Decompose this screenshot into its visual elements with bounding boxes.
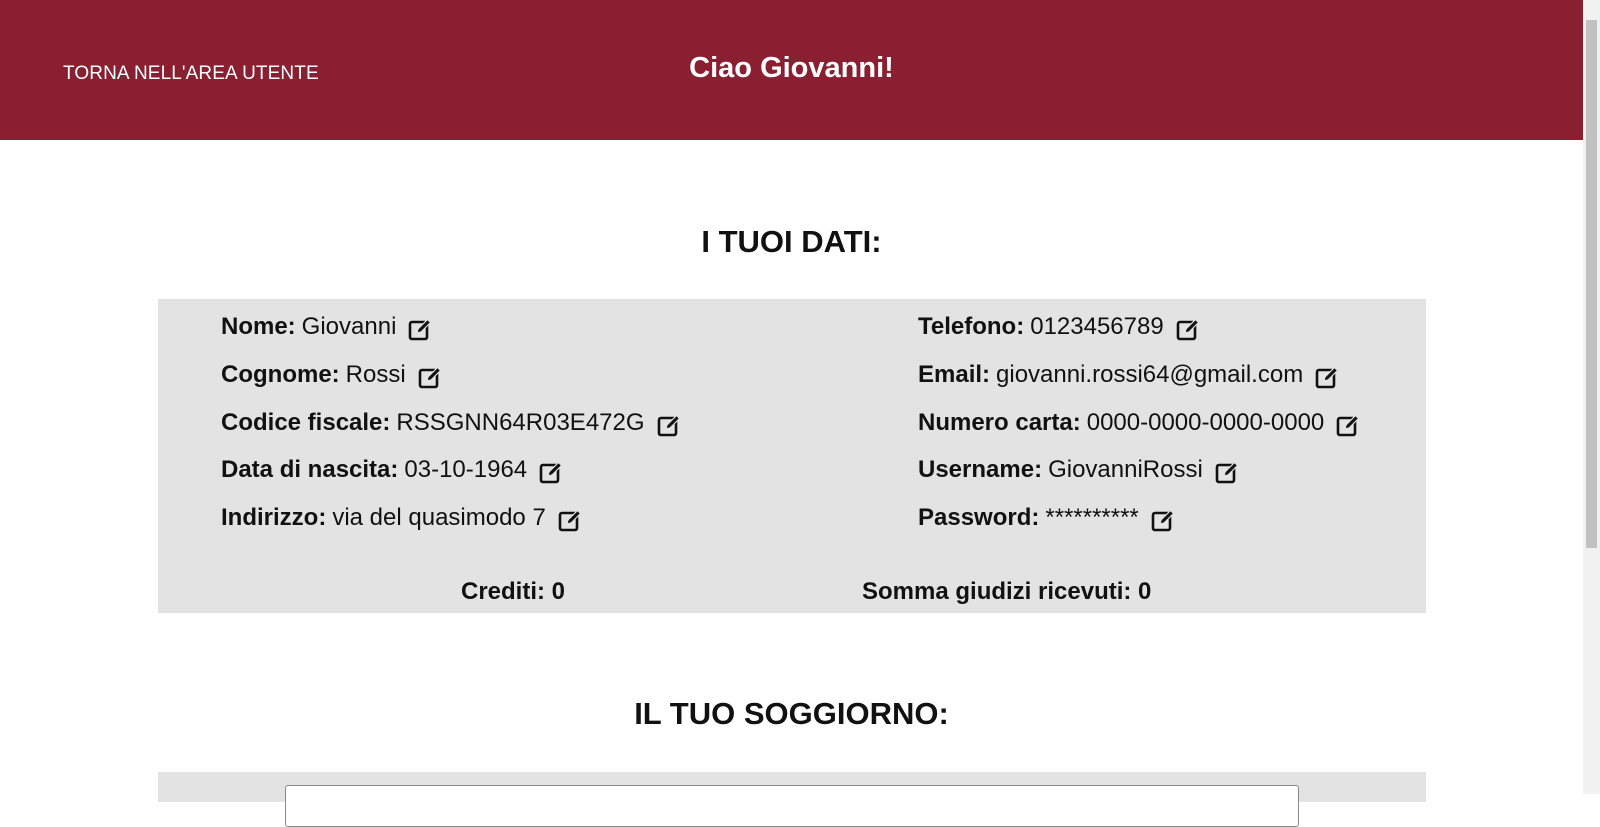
field-value: via del quasimodo 7 (332, 504, 546, 531)
giudizi-stat: Somma giudizi ricevuti: 0 (862, 578, 1152, 605)
field-email: Email: giovanni.rossi64@gmail.com (918, 360, 1339, 390)
field-label: Password: (918, 504, 1040, 531)
field-indirizzo: Indirizzo: via del quasimodo 7 (221, 503, 582, 533)
field-label: Telefono: (918, 313, 1025, 340)
field-value: Giovanni (301, 313, 397, 340)
field-password: Password: ********** (918, 503, 1175, 533)
field-value: 03-10-1964 (404, 456, 528, 483)
edit-icon[interactable] (418, 366, 442, 390)
field-label: Indirizzo: (221, 504, 327, 531)
edit-icon[interactable] (1151, 509, 1175, 533)
field-data-nascita: Data di nascita: 03-10-1964 (221, 455, 563, 485)
field-value: 0000-0000-0000-0000 (1086, 409, 1325, 436)
field-telefono: Telefono: 0123456789 (918, 312, 1200, 342)
field-label: Data di nascita: (221, 456, 399, 483)
edit-icon[interactable] (1315, 366, 1339, 390)
field-nome: Nome: Giovanni (221, 312, 432, 342)
scrollbar-thumb[interactable] (1586, 20, 1597, 548)
field-numero-carta: Numero carta: 0000-0000-0000-0000 (918, 408, 1360, 438)
edit-icon[interactable] (1176, 318, 1200, 342)
field-value: Rossi (345, 361, 406, 388)
greeting-title: Ciao Giovanni! (689, 52, 894, 84)
field-username: Username: GiovanniRossi (918, 455, 1239, 485)
edit-icon[interactable] (657, 414, 681, 438)
stay-content-box (285, 785, 1299, 827)
field-value: giovanni.rossi64@gmail.com (996, 361, 1304, 388)
field-codice-fiscale: Codice fiscale: RSSGNN64R03E472G (221, 408, 681, 438)
user-data-panel: Nome: Giovanni Cognome: Rossi Codice fis… (158, 299, 1426, 613)
stay-panel (158, 772, 1426, 827)
edit-icon[interactable] (558, 509, 582, 533)
field-value: ********** (1045, 504, 1139, 531)
field-label: Nome: (221, 313, 296, 340)
section-title-soggiorno: IL TUO SOGGIORNO: (634, 696, 949, 731)
field-value: RSSGNN64R03E472G (396, 409, 645, 436)
edit-icon[interactable] (539, 461, 563, 485)
section-title-dati: I TUOI DATI: (701, 224, 882, 259)
edit-icon[interactable] (408, 318, 432, 342)
field-label: Email: (918, 361, 991, 388)
field-cognome: Cognome: Rossi (221, 360, 442, 390)
crediti-stat: Crediti: 0 (461, 578, 566, 605)
field-value: 0123456789 (1030, 313, 1164, 340)
edit-icon[interactable] (1336, 414, 1360, 438)
field-value: GiovanniRossi (1048, 456, 1203, 483)
vertical-scrollbar[interactable] (1583, 0, 1600, 794)
field-label: Username: (918, 456, 1043, 483)
edit-icon[interactable] (1215, 461, 1239, 485)
field-label: Cognome: (221, 361, 340, 388)
top-header-bar: TORNA NELL'AREA UTENTE Ciao Giovanni! (0, 0, 1583, 140)
field-label: Codice fiscale: (221, 409, 391, 436)
field-label: Numero carta: (918, 409, 1081, 436)
